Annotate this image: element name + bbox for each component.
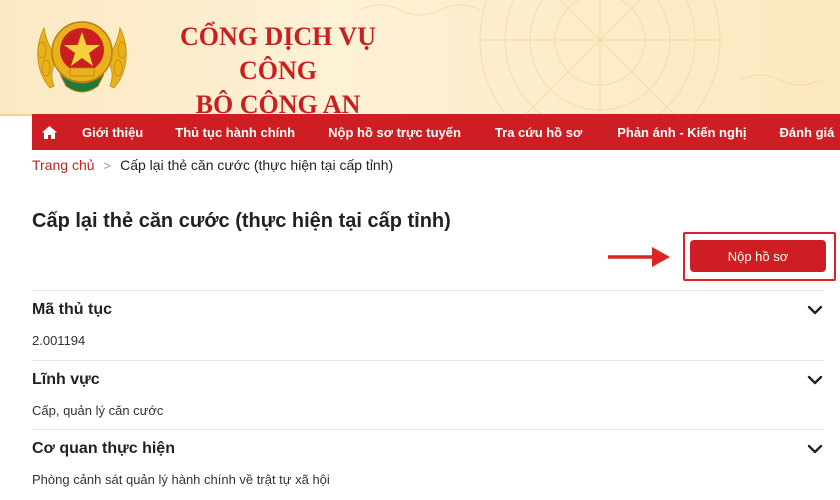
section-co-quan-thuc-hien[interactable]: Cơ quan thực hiện Phòng cảnh sát quản lý… [32, 429, 824, 500]
section-value: Cấp, quản lý căn cước [32, 403, 164, 418]
submit-application-button[interactable]: Nộp hồ sơ [690, 240, 826, 272]
home-icon [41, 125, 57, 139]
main-nav: Giới thiệu Thủ tục hành chính Nộp hồ sơ … [32, 114, 840, 150]
section-title: Cơ quan thực hiện [32, 440, 175, 457]
chevron-down-icon[interactable] [806, 301, 824, 319]
nav-home[interactable] [32, 114, 66, 150]
page-title: Cấp lại thẻ căn cước (thực hiện tại cấp … [32, 210, 451, 232]
breadcrumb-current: Cấp lại thẻ căn cước (thực hiện tại cấp … [120, 157, 394, 173]
chevron-down-icon[interactable] [806, 371, 824, 389]
police-emblem-logo[interactable] [32, 10, 132, 102]
site-title[interactable]: CỔNG DỊCH VỤ CÔNG BỘ CÔNG AN [148, 20, 408, 122]
section-title: Mã thủ tục [32, 301, 112, 318]
section-title: Lĩnh vực [32, 371, 100, 388]
nav-item-thu-tuc-hanh-chinh[interactable]: Thủ tục hành chính [175, 114, 295, 150]
nav-item-tra-cuu[interactable]: Tra cứu hồ sơ [495, 114, 582, 150]
breadcrumb: Trang chủ > Cấp lại thẻ căn cước (thực h… [32, 157, 393, 173]
section-ma-thu-tuc[interactable]: Mã thủ tục 2.001194 [32, 290, 824, 360]
breadcrumb-home-link[interactable]: Trang chủ [32, 157, 95, 173]
site-title-line1: CỔNG DỊCH VỤ CÔNG [180, 22, 376, 85]
section-value: 2.001194 [32, 333, 86, 348]
nav-item-gioi-thieu[interactable]: Giới thiệu [82, 114, 143, 150]
chevron-down-icon[interactable] [806, 440, 824, 458]
nav-item-nop-ho-so[interactable]: Nộp hồ sơ trực tuyến [328, 114, 461, 150]
section-linh-vuc[interactable]: Lĩnh vực Cấp, quản lý căn cước [32, 360, 824, 429]
site-header: CỔNG DỊCH VỤ CÔNG BỘ CÔNG AN [0, 0, 840, 119]
arrow-right-icon [608, 247, 670, 267]
nav-item-phan-anh[interactable]: Phản ánh - Kiến nghị [617, 114, 746, 150]
nav-item-danh-gia[interactable]: Đánh giá [780, 114, 835, 150]
breadcrumb-separator: > [103, 157, 112, 173]
section-value: Phòng cảnh sát quản lý hành chính về trậ… [32, 472, 330, 487]
